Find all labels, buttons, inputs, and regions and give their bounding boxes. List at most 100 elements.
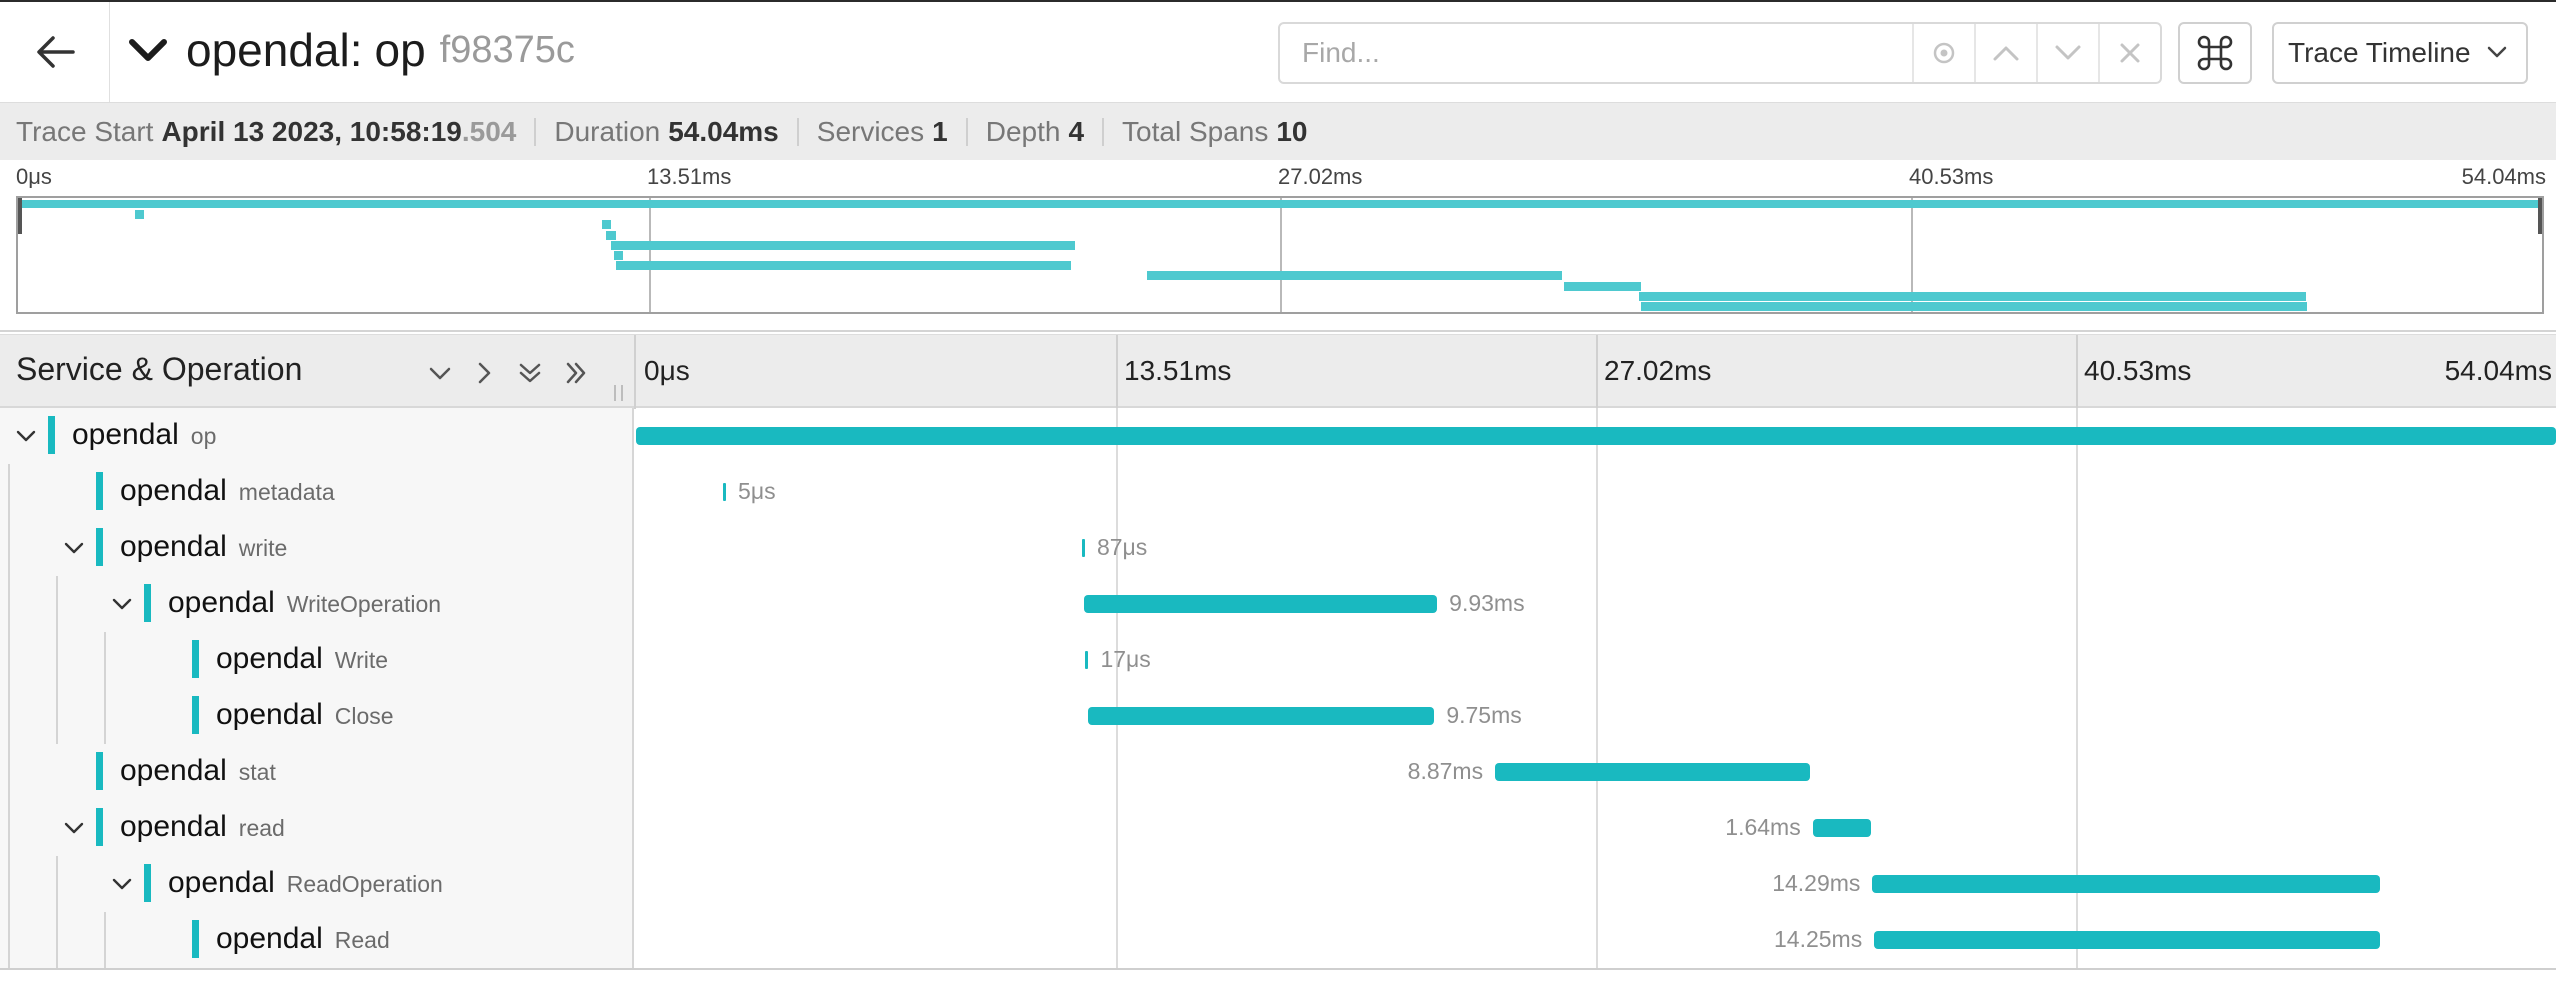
span-toggle[interactable] — [60, 534, 88, 562]
span-duration-bar[interactable] — [723, 483, 727, 501]
minimap-left-handle[interactable] — [18, 198, 22, 234]
tree-guide-line — [8, 520, 10, 576]
minimap-span-bar — [1147, 271, 1562, 281]
span-service-name[interactable]: opendal WriteOperation — [168, 586, 441, 620]
span-duration-label: 87μs — [1096, 534, 1148, 560]
prev-match-button[interactable] — [1974, 24, 2036, 82]
clear-find-button[interactable] — [2098, 24, 2160, 82]
span-duration-bar[interactable] — [1084, 595, 1438, 613]
span-row[interactable]: opendal write 87μs — [0, 520, 2556, 576]
span-service-name[interactable]: opendal Write — [216, 642, 388, 676]
chevron-right-icon — [478, 362, 491, 384]
span-timeline-cell[interactable]: 9.75ms — [636, 688, 2556, 744]
service-name: opendal — [216, 642, 323, 675]
span-row[interactable]: opendal op — [0, 408, 2556, 464]
span-name-cell: opendal ReadOperation — [0, 856, 634, 912]
expand-all-button[interactable] — [558, 355, 594, 391]
span-row[interactable]: opendal ReadOperation 14.29ms — [0, 856, 2556, 912]
span-duration-label: 14.29ms — [1772, 870, 1861, 896]
span-timeline-cell[interactable]: 9.93ms — [636, 576, 2556, 632]
view-select[interactable]: Trace Timeline — [2272, 22, 2528, 84]
span-toggle[interactable] — [60, 814, 88, 842]
total-spans: Total Spans 10 — [1122, 116, 1307, 148]
span-row[interactable]: opendal Write 17μs — [0, 632, 2556, 688]
tree-guide-line — [8, 912, 10, 968]
span-duration-bar[interactable] — [1872, 875, 2381, 893]
collapse-all-button[interactable] — [512, 355, 548, 391]
next-match-button[interactable] — [2036, 24, 2098, 82]
tree-guide-line — [8, 576, 10, 632]
span-row[interactable]: opendal metadata 5μs — [0, 464, 2556, 520]
collapse-one-button[interactable] — [422, 355, 458, 391]
tree-guide-line — [8, 464, 10, 520]
expand-one-button[interactable] — [466, 355, 502, 391]
services-value: 1 — [932, 115, 948, 147]
title-collapse-toggle[interactable] — [128, 37, 168, 63]
trace-page-header: opendal : op f98375c Find... Trace Timel… — [0, 0, 2556, 102]
span-service-name[interactable]: opendal metadata — [120, 474, 335, 508]
chevron-down-icon — [112, 878, 132, 890]
span-row[interactable]: opendal read 1.64ms — [0, 800, 2556, 856]
span-timeline-cell[interactable]: 5μs — [636, 464, 2556, 520]
summary-divider — [534, 117, 537, 146]
span-timeline-cell[interactable]: 14.25ms — [636, 912, 2556, 968]
span-name-cell: opendal metadata — [0, 464, 634, 520]
trace-id: f98375c — [439, 28, 575, 71]
span-timeline-cell[interactable]: 1.64ms — [636, 800, 2556, 856]
column-divider — [634, 335, 636, 409]
duration: Duration 54.04ms — [554, 116, 778, 148]
span-duration-bar[interactable] — [1085, 651, 1089, 669]
tree-guide-line — [56, 856, 58, 912]
span-timeline-cell[interactable]: 17μs — [636, 632, 2556, 688]
tree-guide-line — [56, 576, 58, 632]
span-toggle[interactable] — [108, 870, 136, 898]
trace-minimap[interactable]: 0μs 13.51ms 27.02ms 40.53ms 54.04ms — [0, 160, 2556, 332]
span-toggle[interactable] — [12, 422, 40, 450]
view-select-label: Trace Timeline — [2288, 37, 2471, 68]
minimap-canvas[interactable] — [16, 196, 2544, 314]
span-service-name[interactable]: opendal op — [72, 418, 216, 452]
span-duration-bar[interactable] — [1087, 707, 1435, 725]
span-name-cell: opendal stat — [0, 744, 634, 800]
span-service-name[interactable]: opendal read — [120, 810, 285, 844]
span-timeline-cell[interactable]: 87μs — [636, 520, 2556, 576]
span-row[interactable]: opendal WriteOperation 9.93ms — [0, 576, 2556, 632]
tree-guide-line — [104, 632, 106, 688]
span-duration-bar[interactable] — [1812, 819, 1871, 837]
span-service-name[interactable]: opendal write — [120, 530, 287, 564]
span-duration-bar[interactable] — [636, 427, 2556, 445]
span-service-name[interactable]: opendal stat — [120, 754, 276, 788]
span-service-name[interactable]: opendal ReadOperation — [168, 866, 443, 900]
service-operation-label: Service & Operation — [16, 351, 303, 387]
span-timeline-cell[interactable]: 8.87ms — [636, 744, 2556, 800]
span-service-name[interactable]: opendal Close — [216, 698, 394, 732]
span-row[interactable]: opendal Read 14.25ms — [0, 912, 2556, 968]
find-input[interactable] — [1280, 24, 1912, 82]
span-duration-bar[interactable] — [1495, 763, 1811, 781]
minimap-span-bar — [606, 230, 616, 240]
keyboard-shortcuts-button[interactable] — [2178, 22, 2252, 84]
span-row[interactable]: opendal stat 8.87ms — [0, 744, 2556, 800]
span-duration-bar[interactable] — [1874, 931, 2381, 949]
total-spans-value: 10 — [1276, 115, 1308, 147]
span-timeline-cell[interactable]: 14.29ms — [636, 856, 2556, 912]
minimap-grid-line — [1280, 198, 1282, 312]
operation-name: metadata — [238, 479, 335, 505]
timeline-grid-line — [2076, 335, 2078, 409]
minimap-right-handle[interactable] — [2538, 198, 2542, 234]
tree-guide-line — [8, 744, 10, 800]
operation-name: ReadOperation — [286, 871, 443, 897]
locate-button[interactable] — [1912, 24, 1974, 82]
span-name-cell: opendal write — [0, 520, 634, 576]
span-duration-bar[interactable] — [1081, 539, 1085, 557]
tree-guide-line — [8, 800, 10, 856]
services: Services 1 — [817, 116, 948, 148]
column-resizer[interactable] — [612, 383, 626, 403]
back-button[interactable] — [0, 2, 110, 102]
summary-divider — [1102, 117, 1105, 146]
span-timeline-cell[interactable] — [636, 408, 2556, 464]
span-service-name[interactable]: opendal Read — [216, 922, 390, 956]
span-row[interactable]: opendal Close 9.75ms — [0, 688, 2556, 744]
span-toggle[interactable] — [108, 590, 136, 618]
trace-title-separator: : — [349, 24, 363, 76]
